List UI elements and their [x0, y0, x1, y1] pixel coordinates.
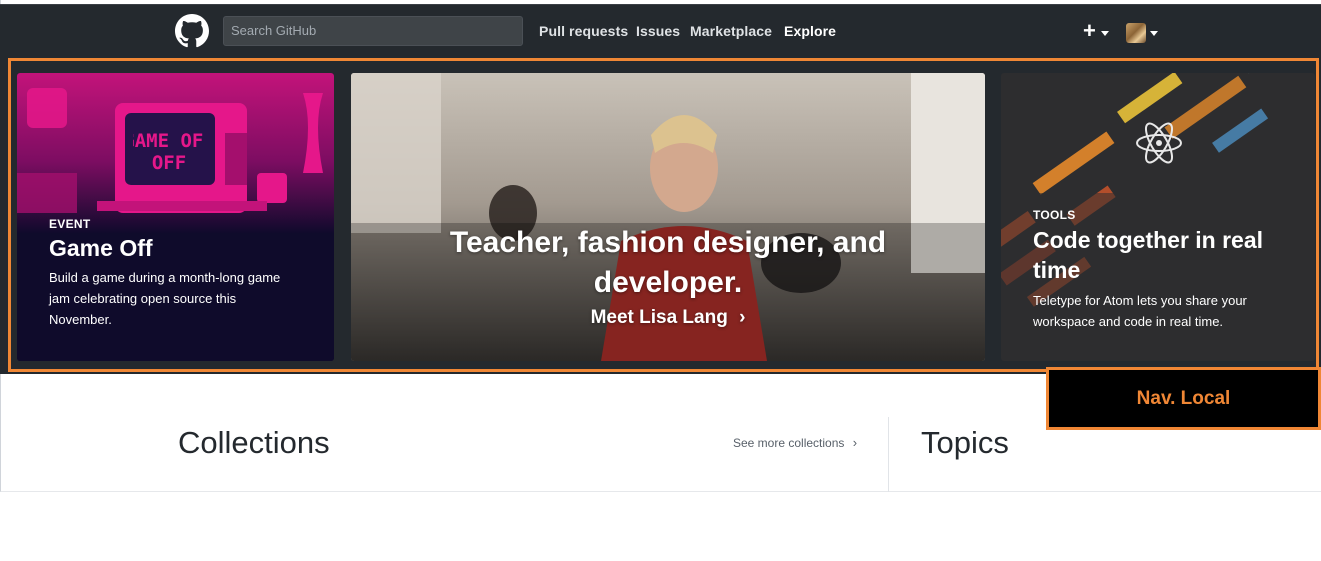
- global-header: Search GitHub Pull requests Issues Marke…: [0, 4, 1321, 56]
- chevron-right-icon: ›: [852, 435, 858, 450]
- nav-issues[interactable]: Issues: [636, 23, 680, 39]
- game-off-title: Game Off: [49, 235, 153, 261]
- atom-icon: [1136, 122, 1182, 164]
- teletype-description: Teletype for Atom lets you share your wo…: [1033, 293, 1247, 329]
- meet-lisa-lang-link[interactable]: Meet Lisa Lang ›: [351, 307, 985, 329]
- annotation-label: Nav. Local: [1046, 367, 1321, 430]
- teletype-title: Code together in real time: [1033, 227, 1264, 283]
- event-eyebrow: EVENT: [49, 217, 91, 231]
- plus-icon[interactable]: +: [1083, 16, 1096, 46]
- section-divider: [888, 417, 889, 492]
- nav-explore[interactable]: Explore: [784, 23, 836, 39]
- see-more-collections-link[interactable]: See more collections ›: [733, 435, 857, 450]
- game-off-logo: GAME OFF OFF: [133, 130, 205, 174]
- nav-marketplace[interactable]: Marketplace: [690, 23, 772, 39]
- game-off-card[interactable]: GAME OFF OFF EVENT Game Off Build a game…: [17, 73, 334, 361]
- github-logo-icon[interactable]: [175, 14, 209, 48]
- topics-heading: Topics: [921, 425, 1009, 460]
- featured-story-card[interactable]: Teacher, fashion designer, and developer…: [351, 73, 985, 361]
- chevron-down-icon[interactable]: [1101, 31, 1109, 36]
- svg-text:OFF: OFF: [152, 152, 186, 174]
- game-off-logo-text: GAME OFF: [133, 130, 205, 152]
- nav-pull-requests[interactable]: Pull requests: [539, 23, 628, 39]
- search-input[interactable]: Search GitHub: [223, 16, 523, 46]
- featured-story-title: Teacher, fashion designer, and developer…: [449, 226, 887, 299]
- avatar[interactable]: [1126, 23, 1146, 43]
- collections-heading: Collections: [178, 425, 330, 460]
- teletype-card[interactable]: TOOLS Code together in real time Teletyp…: [1001, 73, 1315, 361]
- game-off-description: Build a game during a month-long game ja…: [49, 270, 281, 327]
- chevron-right-icon: ›: [739, 307, 746, 328]
- tools-eyebrow: TOOLS: [1033, 208, 1076, 222]
- chevron-down-icon[interactable]: [1150, 31, 1158, 36]
